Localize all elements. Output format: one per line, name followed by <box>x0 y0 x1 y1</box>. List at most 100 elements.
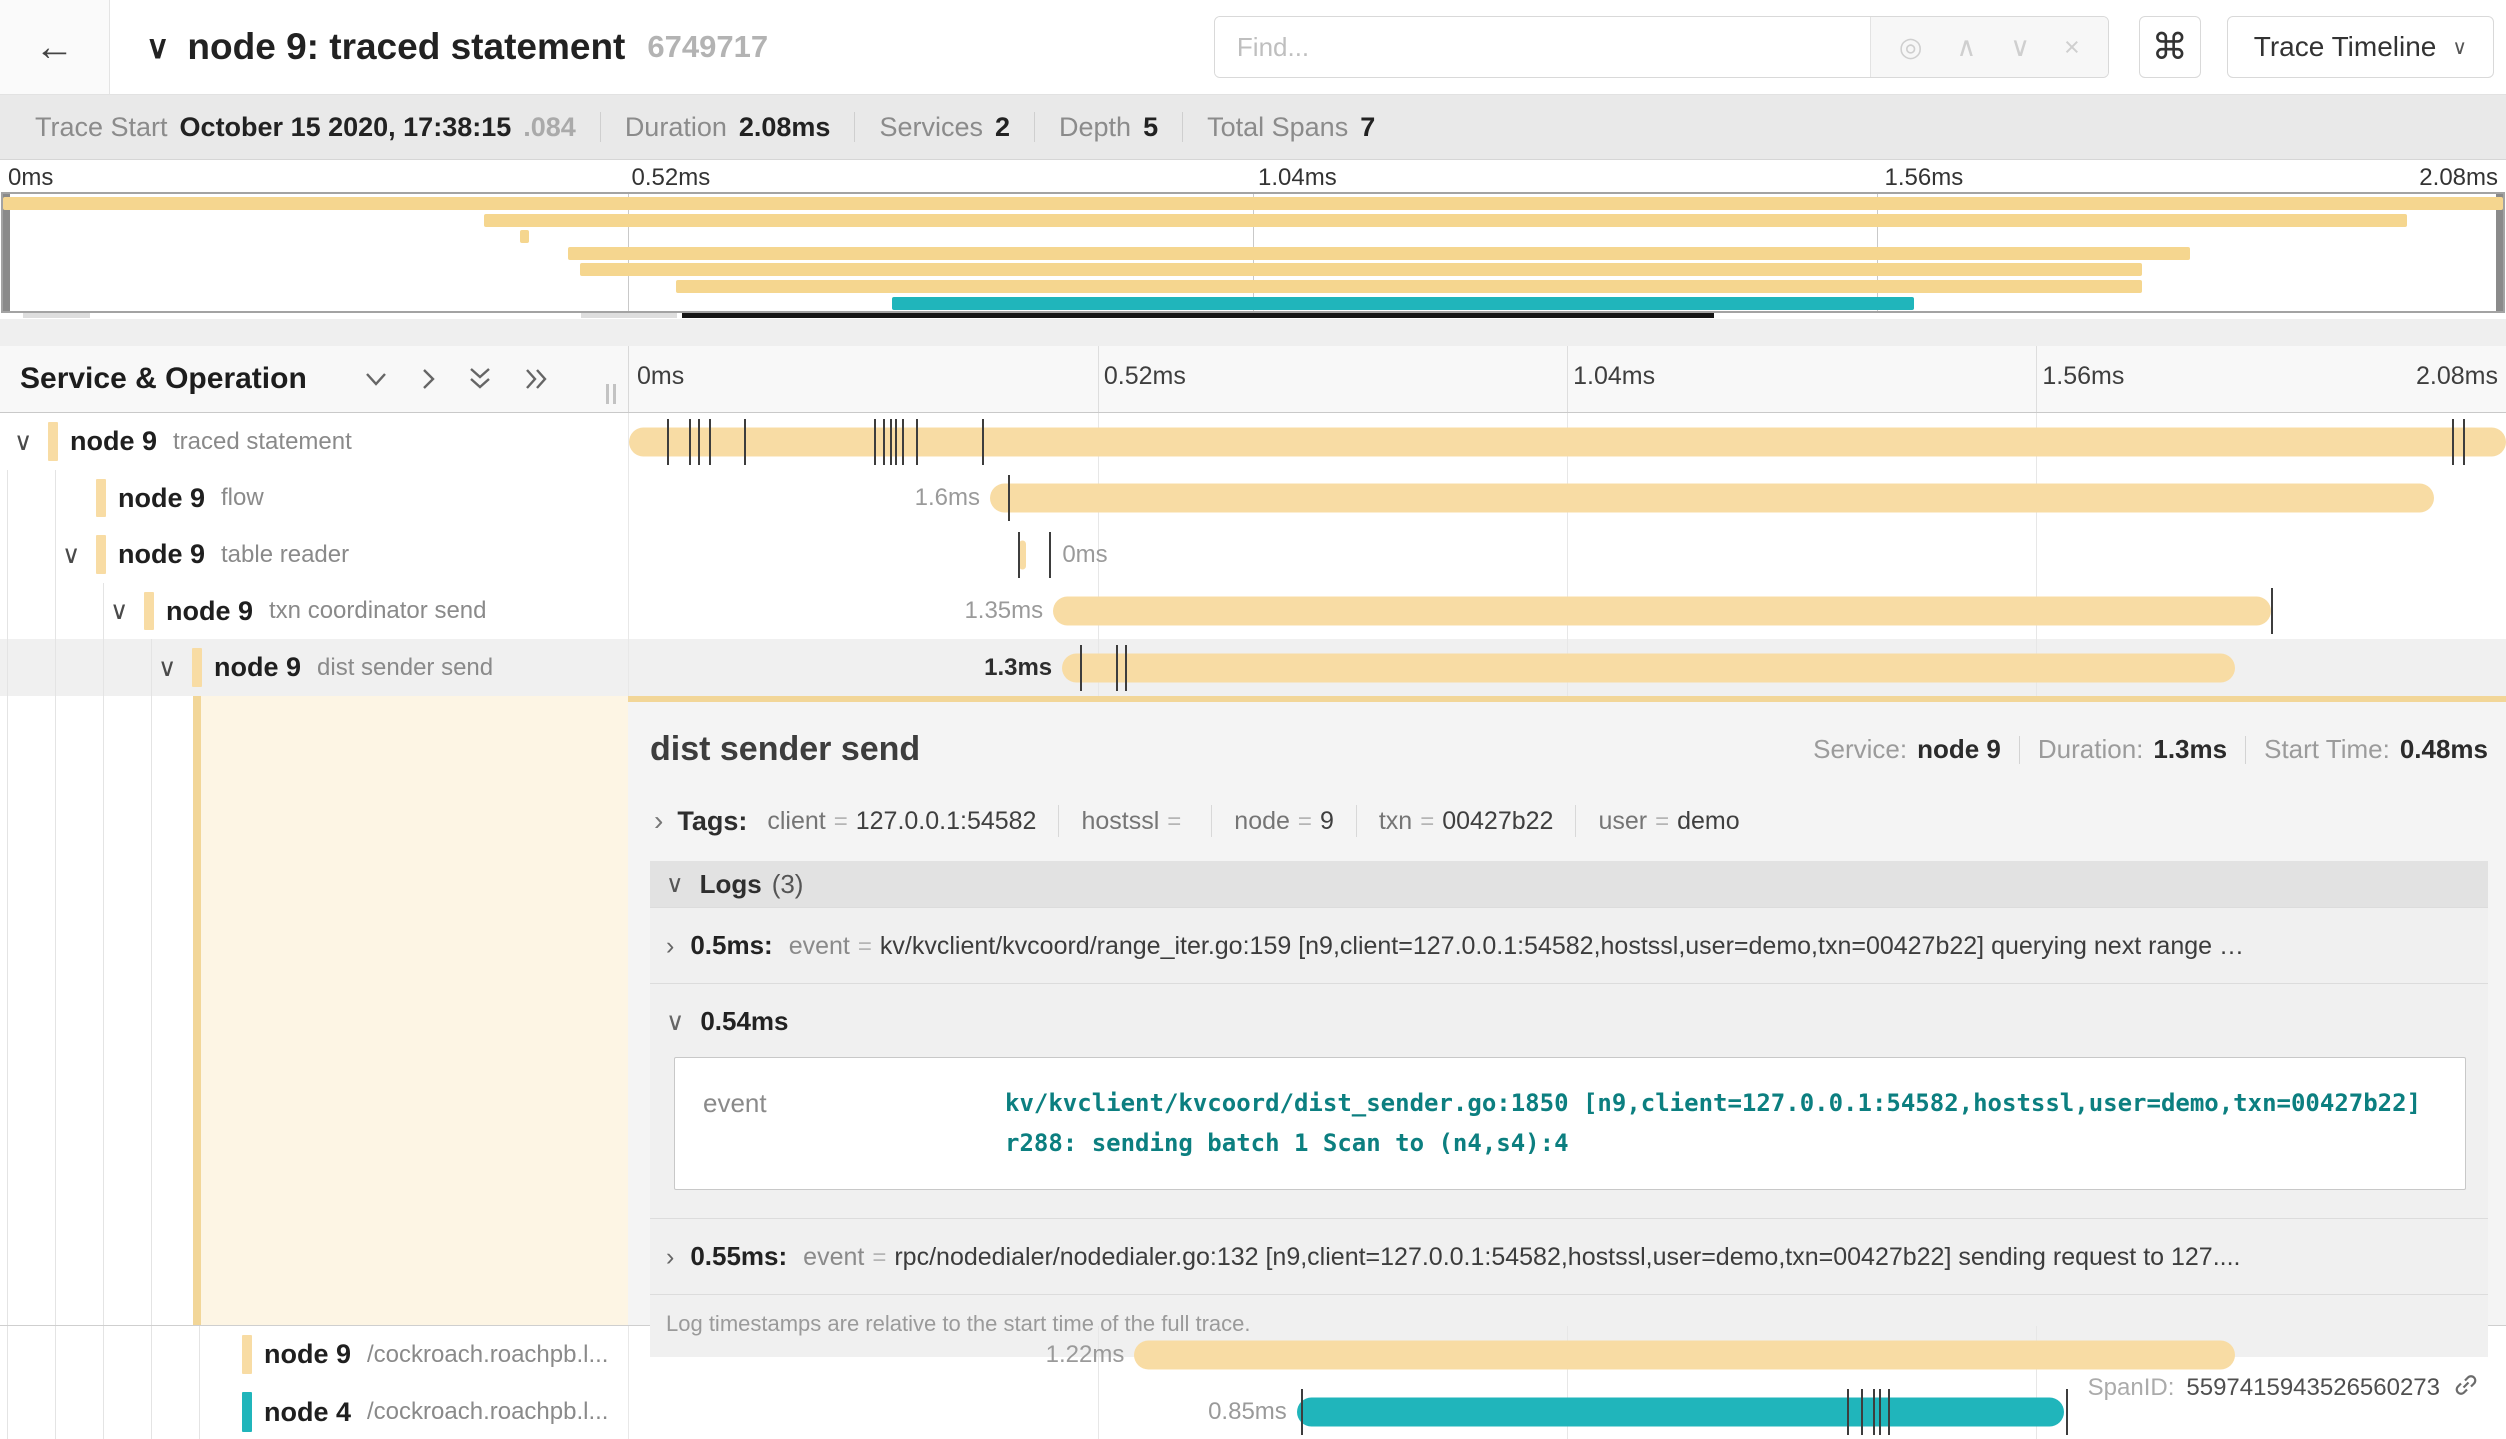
tags-row[interactable]: › Tags: client=127.0.0.1:54582 hostssl= … <box>650 805 2488 837</box>
span-name-cell[interactable]: node 4 /cockroach.roachpb.l... <box>0 1383 628 1439</box>
span-name-cell[interactable]: node 9 flow <box>0 470 628 526</box>
stat-depth: Depth 5 <box>1059 112 1158 143</box>
expand-all-icon[interactable] <box>521 366 551 392</box>
log-tick <box>689 419 691 465</box>
span-timeline-cell[interactable] <box>628 413 2506 470</box>
minimap-time-labels: 0ms 0.52ms 1.04ms 1.56ms 2.08ms <box>0 160 2506 192</box>
logs-section: ∨ Logs (3) › 0.5ms: event = kv/kvclient/… <box>650 861 2488 1357</box>
clear-search-icon[interactable]: × <box>2064 32 2080 63</box>
log-entry[interactable]: › 0.55ms: event = rpc/nodedialer/nodedia… <box>650 1218 2488 1294</box>
title-collapse-icon[interactable]: ∨ <box>146 28 169 66</box>
span-name-cell[interactable]: ∨ node 9 table reader <box>0 526 628 583</box>
span-duration-label: 0ms <box>1052 541 1117 569</box>
tick-label: 0.52ms <box>1104 362 1186 391</box>
span-row-selected[interactable]: ∨ node 9 dist sender send 1.3ms <box>0 639 2506 696</box>
span-bar[interactable] <box>1134 1340 2235 1369</box>
span-bar[interactable] <box>1062 653 2235 682</box>
span-duration-label: 1.3ms <box>974 654 1062 682</box>
span-detail-title: dist sender send <box>650 730 920 769</box>
tick-label: 1.56ms <box>2042 362 2124 391</box>
log-entries: › 0.5ms: event = kv/kvclient/kvcoord/ran… <box>650 907 2488 1357</box>
span-name-cell[interactable]: node 9 /cockroach.roachpb.l... <box>0 1326 628 1383</box>
log-tick <box>902 419 904 465</box>
log-tick <box>2066 1389 2068 1435</box>
next-match-icon[interactable]: ∨ <box>2010 32 2030 63</box>
service-color-strip <box>144 592 154 630</box>
log-time: 0.54ms <box>700 1006 788 1037</box>
prev-match-icon[interactable]: ∧ <box>1956 32 1976 63</box>
minimap-scroll-indicator[interactable] <box>682 313 1714 318</box>
chevron-down-icon[interactable]: ∨ <box>14 427 32 457</box>
span-bar[interactable] <box>990 484 2434 513</box>
span-row[interactable]: ∨ node 9 traced statement <box>0 413 2506 470</box>
keyboard-shortcuts-button[interactable]: ⌘ <box>2139 16 2201 78</box>
minimap-span-bar <box>484 214 2407 227</box>
log-entry[interactable]: › 0.5ms: event = kv/kvclient/kvcoord/ran… <box>650 907 2488 983</box>
divider <box>854 112 855 142</box>
minimap-scrollbar[interactable] <box>0 313 2506 319</box>
start-time-value: 0.48ms <box>2400 734 2488 765</box>
log-entry-expanded[interactable]: ∨ 0.54ms event kv/kvclient/kvcoord/dist_… <box>650 983 2488 1218</box>
span-detail-row: dist sender send Service: node 9 Duratio… <box>0 696 2506 1325</box>
stat-suffix: .084 <box>523 112 576 143</box>
span-row[interactable]: ∨ node 9 txn coordinator send 1.35ms <box>0 583 2506 639</box>
tick-label: 1.04ms <box>1258 164 1337 192</box>
span-timeline-cell[interactable]: 1.22ms <box>628 1326 2506 1383</box>
service-color-strip <box>48 422 58 461</box>
column-resizer-handle[interactable] <box>606 384 616 404</box>
span-row[interactable]: node 9 flow 1.6ms <box>0 470 2506 526</box>
timeline-ruler: 0ms 0.52ms 1.04ms 1.56ms 2.08ms <box>628 346 2506 412</box>
tick-label: 1.04ms <box>1573 362 1655 391</box>
span-bar[interactable] <box>1053 597 2271 626</box>
span-rows: ∨ node 9 traced statement node 9 flow 1.… <box>0 413 2506 696</box>
span-row[interactable]: node 4 /cockroach.roachpb.l... 0.85ms <box>0 1383 2506 1439</box>
span-timeline-cell[interactable]: 1.35ms <box>628 583 2506 639</box>
chevron-right-icon[interactable]: › <box>666 932 674 961</box>
log-tick <box>744 419 746 465</box>
chevron-down-icon[interactable]: ∨ <box>158 653 176 683</box>
span-name-cell[interactable]: ∨ node 9 txn coordinator send <box>0 583 628 639</box>
chevron-down-icon[interactable]: ∨ <box>62 540 80 570</box>
target-icon[interactable]: ◎ <box>1899 32 1923 63</box>
view-selector-button[interactable]: Trace Timeline ∨ <box>2227 16 2494 78</box>
span-bar[interactable] <box>629 427 2506 456</box>
span-timeline-cell[interactable]: 1.6ms <box>628 470 2506 526</box>
top-header: ← ∨ node 9: traced statement 6749717 ◎ ∧… <box>0 0 2506 95</box>
collapse-one-icon[interactable] <box>361 366 391 392</box>
page-title: node 9: traced statement <box>187 26 625 68</box>
stat-value: 2 <box>995 112 1010 143</box>
stat-value: 7 <box>1360 112 1375 143</box>
span-timeline-cell[interactable]: 1.3ms <box>628 639 2506 696</box>
stat-label: Depth <box>1059 112 1131 143</box>
log-tick <box>1301 1389 1303 1435</box>
expand-one-icon[interactable] <box>417 366 439 392</box>
minimap-canvas[interactable] <box>1 192 2505 313</box>
minimap-left-handle[interactable] <box>3 194 10 311</box>
span-timeline-cell[interactable]: 0.85ms <box>628 1383 2506 1439</box>
spacer <box>0 319 2506 346</box>
span-name-cell[interactable]: ∨ node 9 traced statement <box>0 413 628 470</box>
chevron-right-icon[interactable]: › <box>654 805 663 837</box>
stat-label: Services <box>879 112 983 143</box>
minimap-scrollbar-segment <box>581 313 676 318</box>
operation-name: /cockroach.roachpb.l... <box>367 1398 608 1426</box>
collapse-all-icon[interactable] <box>465 365 495 393</box>
chevron-down-icon[interactable]: ∨ <box>666 1007 684 1037</box>
chevron-down-icon[interactable]: ∨ <box>110 596 128 626</box>
logs-header[interactable]: ∨ Logs (3) <box>650 861 2488 907</box>
stat-value: October 15 2020, 17:38:15 <box>180 112 512 143</box>
minimap-right-handle[interactable] <box>2496 194 2503 311</box>
span-row[interactable]: ∨ node 9 table reader 0ms <box>0 526 2506 583</box>
back-button[interactable]: ← <box>0 0 110 94</box>
service-color-strip <box>192 648 202 687</box>
span-name-cell[interactable]: ∨ node 9 dist sender send <box>0 639 628 696</box>
span-bar[interactable] <box>1297 1398 2064 1427</box>
span-timeline-cell[interactable]: 0ms <box>628 526 2506 583</box>
chevron-right-icon[interactable]: › <box>666 1243 674 1272</box>
search-input[interactable] <box>1215 17 1870 77</box>
tag-item: hostssl= <box>1081 807 1189 836</box>
minimap-span-bar <box>676 280 2142 293</box>
span-row[interactable]: node 9 /cockroach.roachpb.l... 1.22ms <box>0 1326 2506 1383</box>
service-operation-header: Service & Operation <box>0 346 628 412</box>
log-tick <box>709 419 711 465</box>
